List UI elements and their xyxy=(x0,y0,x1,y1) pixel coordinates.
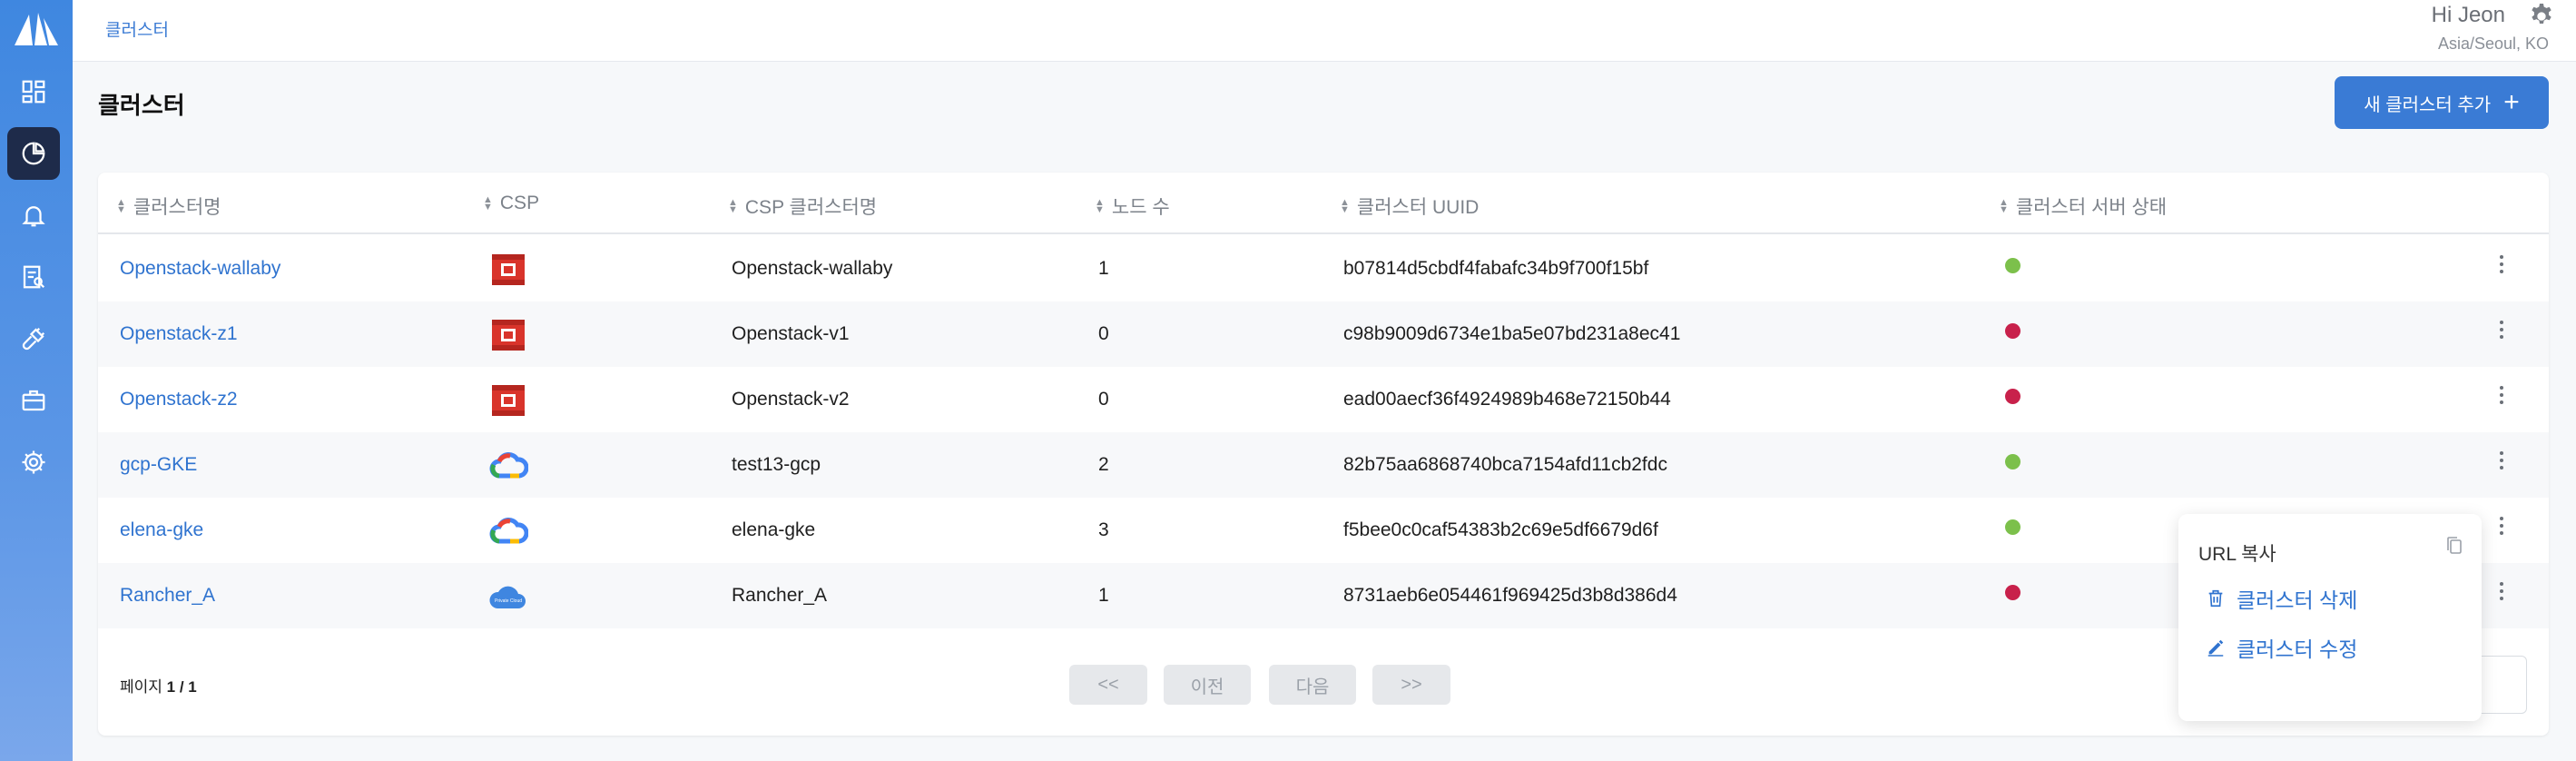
node-count: 1 xyxy=(1098,585,1109,606)
header-node-count[interactable]: ▲ ▼ 노드 수 xyxy=(1095,193,1170,220)
sort-icon: ▲ ▼ xyxy=(728,197,738,215)
cluster-uuid: 8731aeb6e054461f969425d3b8d386d4 xyxy=(1343,585,1677,606)
cluster-uuid: b07814d5cbdf4fabafc34b9f700f15bf xyxy=(1343,258,1649,279)
first-page-button[interactable]: << xyxy=(1069,665,1147,705)
cluster-name-link[interactable]: Openstack-z1 xyxy=(120,323,238,345)
sort-icon: ▲ ▼ xyxy=(1340,197,1350,215)
svg-text:Private Cloud: Private Cloud xyxy=(495,598,522,604)
cluster-name-link[interactable]: Openstack-wallaby xyxy=(120,258,280,280)
row-action-menu: URL 복사 클러스터 삭제 클러스터 수정 xyxy=(2178,514,2482,721)
more-actions-icon[interactable] xyxy=(2491,578,2512,605)
cluster-uuid: c98b9009d6734e1ba5e07bd231a8ec41 xyxy=(1343,323,1681,344)
dashboard-icon[interactable] xyxy=(7,65,60,118)
table-header: ▲ ▼ 클러스터명 ▲ ▼ CSP ▲ ▼ CSP 클러스터명 ▲ ▼ 노드 수 ▲ ▼ 클러스터 … xyxy=(98,173,2549,234)
user-greeting[interactable]: Hi Jeon xyxy=(2432,3,2505,28)
status-indicator xyxy=(2005,258,2020,273)
header-csp-cluster-name[interactable]: ▲ ▼ CSP 클러스터명 xyxy=(728,193,877,220)
breadcrumb[interactable]: 클러스터 xyxy=(105,16,169,41)
cluster-icon[interactable] xyxy=(7,127,60,180)
node-count: 1 xyxy=(1098,258,1109,279)
plus-icon: + xyxy=(2503,87,2520,117)
node-count: 0 xyxy=(1098,323,1109,344)
sort-icon: ▲ ▼ xyxy=(1999,197,2009,215)
report-icon[interactable] xyxy=(7,251,60,303)
more-actions-icon[interactable] xyxy=(2491,381,2512,409)
more-actions-icon[interactable] xyxy=(2491,251,2512,278)
last-page-button[interactable]: >> xyxy=(1372,665,1450,705)
prev-page-button[interactable]: 이전 xyxy=(1164,665,1251,705)
delete-cluster-button[interactable]: 클러스터 삭제 xyxy=(2206,583,2357,614)
sort-icon: ▲ ▼ xyxy=(483,194,493,212)
add-cluster-label: 새 클러스터 추가 xyxy=(2364,94,2492,115)
status-indicator xyxy=(2005,454,2020,469)
csp-cluster-name: test13-gcp xyxy=(732,454,821,475)
copy-icon[interactable] xyxy=(2445,536,2463,556)
google-cloud-icon xyxy=(488,449,529,483)
cluster-uuid: f5bee0c0caf54383b2c69e5df6679d6f xyxy=(1343,519,1658,540)
table-row[interactable]: Openstack-z1 Openstack-v1 0 c98b9009d6734e1… xyxy=(98,301,2549,367)
cluster-name-link[interactable]: Rancher_A xyxy=(120,585,215,607)
copy-url-label[interactable]: URL 복사 xyxy=(2198,539,2276,567)
csp-cluster-name: Openstack-v1 xyxy=(732,323,850,344)
table-row[interactable]: Openstack-wallaby Openstack-wallaby 1 b0781… xyxy=(98,236,2549,301)
page-indicator: 페이지 1 / 1 xyxy=(120,678,197,696)
edit-cluster-button[interactable]: 클러스터 수정 xyxy=(2206,632,2357,663)
sort-icon: ▲ ▼ xyxy=(116,197,126,215)
node-count: 0 xyxy=(1098,389,1109,410)
google-cloud-icon xyxy=(488,514,529,549)
more-actions-icon[interactable] xyxy=(2491,447,2512,474)
add-cluster-button[interactable]: 새 클러스터 추가 + xyxy=(2335,76,2549,129)
trash-icon xyxy=(2208,589,2223,608)
header-cluster-name[interactable]: ▲ ▼ 클러스터명 xyxy=(116,193,221,220)
csp-cluster-name: elena-gke xyxy=(732,519,816,540)
table-row[interactable]: gcp-GKE test13-gcp 2 82b75aa6868740bca7154a… xyxy=(98,432,2549,498)
status-indicator xyxy=(2005,519,2020,535)
sidebar xyxy=(0,0,73,761)
header-server-status[interactable]: ▲ ▼ 클러스터 서버 상태 xyxy=(1999,193,2167,220)
header-cluster-uuid[interactable]: ▲ ▼ 클러스터 UUID xyxy=(1340,193,1479,220)
briefcase-icon[interactable] xyxy=(7,374,60,427)
cluster-name-link[interactable]: gcp-GKE xyxy=(120,454,197,476)
csp-cluster-name: Rancher_A xyxy=(732,585,828,606)
page-title: 클러스터 xyxy=(98,92,185,119)
cluster-name-link[interactable]: Openstack-z2 xyxy=(120,389,238,410)
cluster-uuid: 82b75aa6868740bca7154afd11cb2fdc xyxy=(1343,454,1667,475)
plug-icon[interactable] xyxy=(7,312,60,365)
openstack-icon xyxy=(488,318,528,352)
csp-cluster-name: Openstack-wallaby xyxy=(732,258,893,279)
logo[interactable] xyxy=(11,9,62,49)
sort-icon: ▲ ▼ xyxy=(1095,197,1105,215)
pencil-icon xyxy=(2207,639,2224,657)
settings-gear-icon[interactable] xyxy=(2527,2,2556,31)
bell-icon[interactable] xyxy=(7,189,60,242)
more-actions-icon[interactable] xyxy=(2491,316,2512,343)
more-actions-icon[interactable] xyxy=(2491,512,2512,539)
openstack-icon xyxy=(488,252,528,287)
csp-cluster-name: Openstack-v2 xyxy=(732,389,850,410)
node-count: 3 xyxy=(1098,519,1109,540)
next-page-button[interactable]: 다음 xyxy=(1269,665,1356,705)
table-row[interactable]: Openstack-z2 Openstack-v2 0 ead00aecf36f492… xyxy=(98,367,2549,432)
node-count: 2 xyxy=(1098,454,1109,475)
status-indicator xyxy=(2005,323,2020,339)
status-indicator xyxy=(2005,585,2020,600)
cluster-uuid: ead00aecf36f4924989b468e72150b44 xyxy=(1343,389,1671,410)
user-timezone: Asia/Seoul, KO xyxy=(2437,35,2549,53)
top-bar: 클러스터 Hi Jeon Asia/Seoul, KO xyxy=(73,0,2576,62)
header-csp[interactable]: ▲ ▼ CSP xyxy=(483,193,539,214)
private-cloud-icon: Private Cloud xyxy=(488,579,528,614)
cluster-name-link[interactable]: elena-gke xyxy=(120,519,203,541)
gear-icon[interactable] xyxy=(7,436,60,489)
status-indicator xyxy=(2005,389,2020,404)
openstack-icon xyxy=(488,383,528,418)
